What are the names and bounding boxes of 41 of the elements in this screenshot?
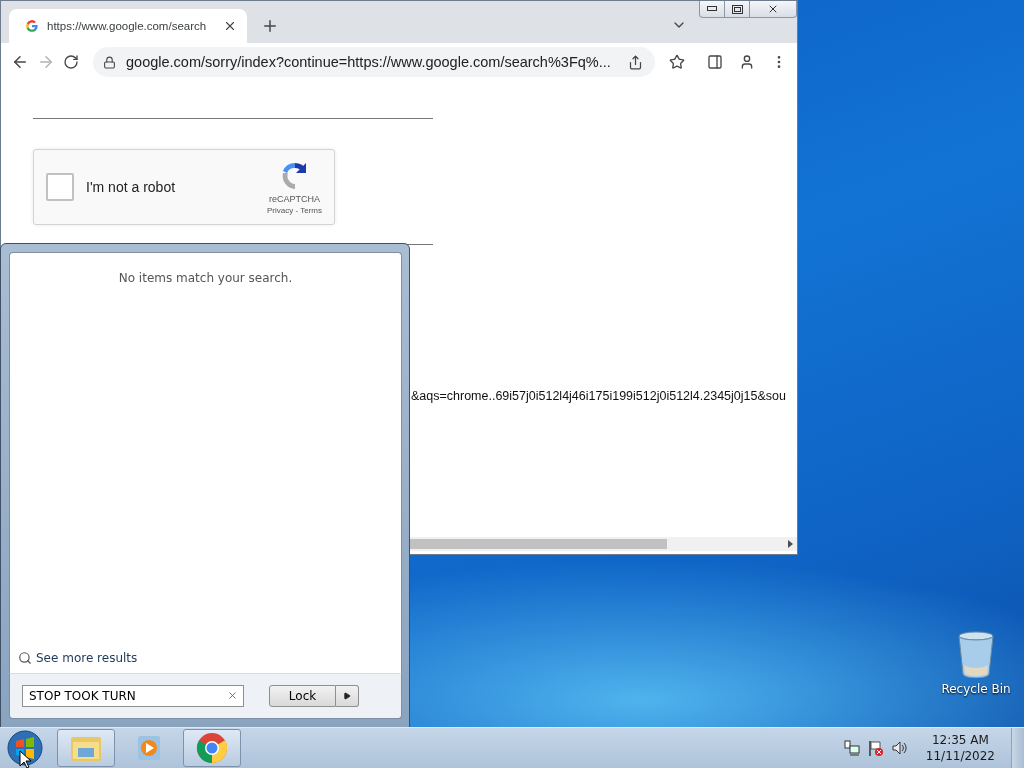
clock[interactable]: 12:35 AM 11/11/2022 [925, 732, 995, 764]
flag-error-icon[interactable] [867, 740, 884, 756]
mouse-pointer-icon [19, 750, 31, 768]
captcha-checkbox[interactable] [46, 173, 74, 201]
url-text: &aqs=chrome..69i57j0i512l4j46i175i199i512j0i512l4.2345j0j15&sou [411, 389, 786, 403]
lock-button[interactable]: Lock [269, 685, 336, 707]
profile-icon[interactable] [739, 54, 755, 70]
chrome-taskbar-button[interactable] [183, 729, 241, 767]
privacy-terms-links[interactable]: Privacy - Terms [267, 205, 322, 215]
see-more-text: See more results [36, 651, 138, 665]
side-panel-icon[interactable] [707, 54, 723, 70]
explorer-taskbar-button[interactable] [57, 729, 115, 767]
search-icon [18, 651, 32, 665]
tab-title: https://www.google.com/search [47, 20, 208, 32]
clear-icon[interactable] [227, 690, 238, 701]
minimize-icon [707, 6, 717, 12]
folder-icon [70, 734, 102, 762]
browser-tab[interactable]: https://www.google.com/search [9, 9, 247, 43]
recycle-bin-icon[interactable] [957, 630, 995, 678]
triangle-right-icon [343, 692, 351, 700]
network-icon[interactable] [843, 740, 860, 756]
share-icon[interactable] [628, 54, 643, 70]
recaptcha-text: reCAPTCHA [269, 193, 320, 204]
address-bar[interactable]: google.com/sorry/index?continue=https://www.google.com/search%3Fq%... [93, 47, 655, 77]
reload-icon[interactable] [63, 54, 79, 70]
close-tab-icon[interactable] [223, 19, 237, 33]
power-options-button[interactable] [336, 685, 359, 707]
lock-icon [103, 55, 116, 69]
new-tab-icon[interactable] [261, 17, 279, 35]
captcha-label: I'm not a robot [86, 179, 177, 195]
no-results-message: No items match your search. [118, 271, 293, 285]
address-text: google.com/sorry/index?continue=https://www.google.com/search%3Fq%... [126, 54, 612, 70]
google-logo-icon [25, 19, 39, 33]
star-icon[interactable] [669, 54, 685, 70]
restore-icon [731, 4, 743, 14]
back-icon[interactable] [11, 53, 29, 71]
close-icon [767, 3, 779, 15]
see-more-results-link[interactable]: See more results [18, 651, 393, 665]
speaker-icon[interactable] [891, 740, 908, 756]
desktop-icon-label: Recycle Bin [941, 682, 1011, 696]
start-search-field[interactable]: STOP TOOK TURN [22, 685, 244, 707]
